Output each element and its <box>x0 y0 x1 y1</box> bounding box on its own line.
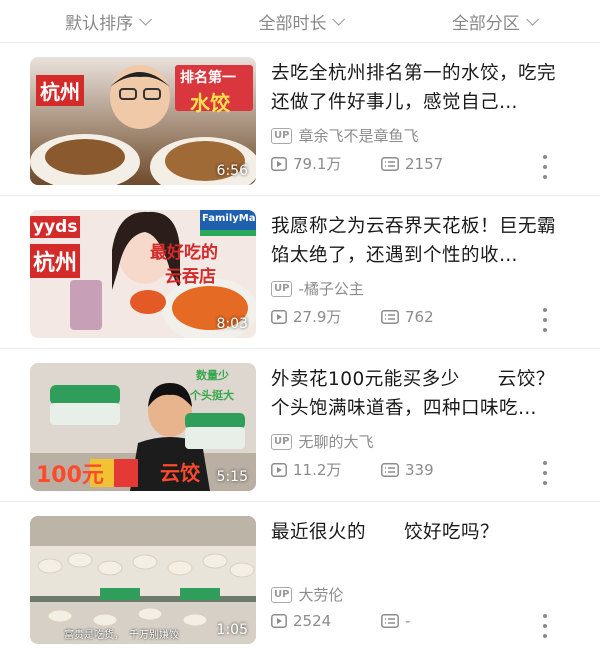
thumb-caption: 富贵是吃货， 千万别嫌饺 <box>64 630 179 641</box>
play-count-icon <box>271 156 287 171</box>
more-options-icon[interactable] <box>540 614 550 638</box>
more-options-icon[interactable] <box>540 461 550 485</box>
video-thumbnail[interactable]: yyds 杭州 最好吃的 云吞店 FamilyMart 8:03 <box>30 210 256 338</box>
category-filter-label: 全部分区 <box>451 13 520 34</box>
comment-count: 339 <box>405 460 434 479</box>
video-thumbnail[interactable]: 富贵是吃货， 千万别嫌饺 1:05 <box>30 516 256 644</box>
video-stats: 11.2万 339 <box>271 459 491 480</box>
thumb-caption: 云饺 <box>160 461 200 485</box>
video-duration: 8:03 <box>216 316 248 332</box>
video-item[interactable]: 杭州 排名第一 水饺 6:56 去吃全杭州排名第一的水饺，吃完还做了件好事儿，感… <box>0 43 600 196</box>
comment-count: 2157 <box>405 154 444 173</box>
sort-filter-label: 默认排序 <box>65 13 134 34</box>
uploader-row[interactable]: UP 大劳伦 <box>271 584 343 605</box>
uploader-row[interactable]: UP 无聊的大飞 <box>271 431 373 452</box>
uploader-row[interactable]: UP 章余飞不是章鱼飞 <box>271 125 418 146</box>
view-count: 79.1万 <box>293 155 342 173</box>
video-thumbnail[interactable]: 100元 云饺 数量少 个头挺大 5:15 <box>30 363 256 491</box>
uploader-name: 章余飞不是章鱼飞 <box>298 127 419 145</box>
comment-count: 762 <box>405 307 434 326</box>
video-item[interactable]: yyds 杭州 最好吃的 云吞店 FamilyMart 8:03 我愿称之为云吞… <box>0 196 600 349</box>
video-item[interactable]: 100元 云饺 数量少 个头挺大 5:15 外卖花100元能买多少 云饺？个头饱… <box>0 349 600 502</box>
category-filter[interactable]: 全部分区 <box>451 9 539 34</box>
view-count: 11.2万 <box>293 461 342 479</box>
uploader-name: 无聊的大飞 <box>298 433 374 451</box>
video-duration: 5:15 <box>216 469 248 485</box>
video-duration: 1:05 <box>216 622 248 638</box>
video-stats: 2524 - <box>271 612 491 630</box>
comment-count: - <box>405 612 411 630</box>
video-stats: 27.9万 762 <box>271 306 491 327</box>
video-title[interactable]: 去吃全杭州排名第一的水饺，吃完还做了件好事儿，感觉自己… <box>271 59 561 117</box>
sort-filter[interactable]: 默认排序 <box>65 9 153 34</box>
video-title[interactable]: 我愿称之为云吞界天花板！巨无霸馅太绝了，还遇到个性的收… <box>271 212 561 270</box>
comment-count-icon <box>381 462 399 477</box>
thumb-caption: 排名第一 <box>180 70 236 86</box>
uploader-name: -橘子公主 <box>298 280 364 298</box>
uploader-row[interactable]: UP -橘子公主 <box>271 278 364 299</box>
filter-bar: 默认排序 全部时长 全部分区 <box>0 0 600 43</box>
video-item[interactable]: 富贵是吃货， 千万别嫌饺 1:05 最近很火的 饺好吃吗？ UP 大劳伦 252… <box>0 502 600 654</box>
thumb-caption: 100元 <box>36 463 104 488</box>
video-thumbnail[interactable]: 杭州 排名第一 水饺 6:56 <box>30 57 256 185</box>
comment-count-icon <box>381 614 399 628</box>
play-count-icon <box>271 462 287 477</box>
up-badge-icon: UP <box>271 127 293 144</box>
thumb-caption: yyds <box>30 216 81 238</box>
view-count: 2524 <box>293 612 332 630</box>
video-title[interactable]: 外卖花100元能买多少 云饺？个头饱满味道香，四种口味吃… <box>271 365 561 423</box>
duration-filter-label: 全部时长 <box>258 13 327 34</box>
thumb-caption: 个头挺大 <box>190 389 234 402</box>
duration-filter[interactable]: 全部时长 <box>258 9 346 34</box>
up-badge-icon: UP <box>271 433 293 450</box>
thumb-caption: 最好吃的 <box>150 243 218 263</box>
more-options-icon[interactable] <box>540 308 550 332</box>
thumb-caption: 数量少 <box>196 369 229 382</box>
video-duration: 6:56 <box>216 163 248 179</box>
play-count-icon <box>271 614 287 628</box>
play-count-icon <box>271 309 287 324</box>
video-title[interactable]: 最近很火的 饺好吃吗？ <box>271 518 561 547</box>
thumb-caption: 杭州 <box>36 75 84 106</box>
chevron-down-icon <box>139 12 153 26</box>
thumb-caption: 杭州 <box>30 244 81 278</box>
thumb-caption: FamilyMart <box>202 213 256 224</box>
uploader-name: 大劳伦 <box>298 586 344 604</box>
comment-count-icon <box>381 156 399 171</box>
chevron-down-icon <box>332 12 346 26</box>
chevron-down-icon <box>526 12 539 26</box>
up-badge-icon: UP <box>271 280 293 297</box>
view-count: 27.9万 <box>293 308 342 326</box>
more-options-icon[interactable] <box>540 155 550 179</box>
comment-count-icon <box>381 309 399 324</box>
video-stats: 79.1万 2157 <box>271 153 491 174</box>
up-badge-icon: UP <box>271 586 293 603</box>
thumb-caption: 云吞店 <box>165 267 216 287</box>
thumb-caption: 水饺 <box>190 91 230 115</box>
